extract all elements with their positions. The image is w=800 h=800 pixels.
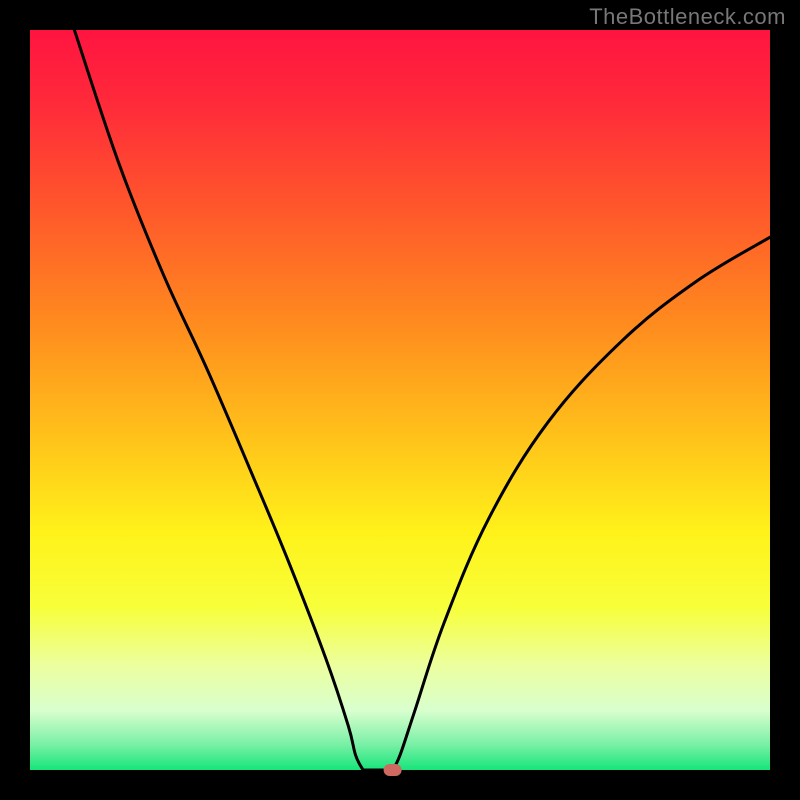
bottleneck-chart [0, 0, 800, 800]
optimal-point-marker [384, 764, 402, 776]
chart-frame: TheBottleneck.com [0, 0, 800, 800]
plot-background [30, 30, 770, 770]
watermark-text: TheBottleneck.com [589, 4, 786, 30]
